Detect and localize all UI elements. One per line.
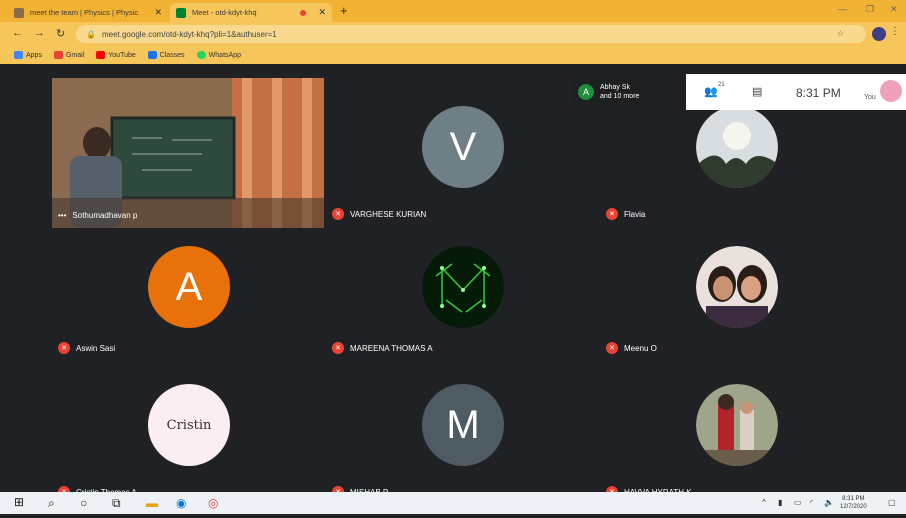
edge-icon[interactable]: ◉ (176, 496, 186, 510)
close-tab-icon[interactable]: ✕ (154, 7, 162, 18)
profile-avatar[interactable] (872, 27, 886, 41)
presenter-more: and 10 more (600, 93, 640, 100)
url-text: meet.google.com/otd-kdyt-khq?pli=1&authu… (101, 29, 277, 39)
youtube-icon (96, 51, 106, 59)
avatar: M (422, 384, 504, 466)
notification-icon[interactable]: ▢ (888, 498, 896, 507)
task-view-icon[interactable]: ⧉ (112, 496, 121, 511)
participant-tile[interactable]: ••• Sothumadhavan p (52, 78, 324, 228)
meet-grid: ••• Sothumadhavan p V ✕ VARGHESE KURIAN … (0, 64, 906, 518)
people-icon[interactable]: 👥 (704, 85, 718, 98)
bookmark-gmail[interactable]: Gmail (53, 51, 84, 59)
tab-title: Meet - otd-kdyt-khq (192, 8, 257, 17)
back-icon[interactable]: ← (12, 27, 23, 39)
participant-name: ✕ Aswin Sasi (58, 342, 115, 354)
whatsapp-icon (196, 51, 206, 59)
avatar (696, 246, 778, 328)
classes-icon (147, 51, 157, 59)
mic-off-icon: ✕ (332, 342, 344, 354)
meet-favicon-icon (176, 7, 186, 18)
bookmark-whatsapp[interactable]: WhatsApp (196, 51, 241, 59)
avatar (422, 246, 504, 328)
close-tab-icon[interactable]: ✕ (318, 7, 326, 18)
new-tab-button[interactable]: + (340, 3, 348, 18)
tab-title: meet the team | Physics | Physic (30, 8, 139, 17)
meet-top-bar: A Abhay Sk and 10 more 👥 21 ▤ 8:31 PM Yo… (572, 74, 906, 110)
participant-tile[interactable]: A ✕ Aswin Sasi (52, 232, 324, 382)
forward-icon[interactable]: → (34, 27, 45, 39)
cortana-icon[interactable]: ○ (80, 496, 87, 510)
tab-meet[interactable]: Meet - otd-kdyt-khq ✕ (170, 3, 332, 22)
presenter-avatar: A (578, 84, 594, 100)
mic-off-icon: ✕ (606, 208, 618, 220)
participant-tile[interactable]: V ✕ VARGHESE KURIAN (326, 78, 598, 228)
participant-name: ✕ Meenu O (606, 342, 657, 354)
meet-time: 8:31 PM (796, 86, 841, 100)
mic-off-icon: ✕ (58, 342, 70, 354)
bookmarks-bar: Apps Gmail YouTube Classes WhatsApp (0, 46, 906, 64)
self-label: You (864, 94, 876, 101)
bookmark-classes[interactable]: Classes (147, 51, 185, 59)
participant-tile[interactable]: ✕ MAREENA THOMAS A (326, 232, 598, 382)
gmail-icon (53, 51, 63, 59)
menu-icon[interactable]: ⋮ (890, 26, 900, 37)
participant-name: ✕ MAREENA THOMAS A (332, 342, 433, 354)
taskbar-clock[interactable]: 8:31 PM 12/7/2020 (840, 495, 867, 511)
display-icon: ▭ (794, 498, 802, 507)
browser-tab-strip: meet the team | Physics | Physic ✕ Meet … (0, 0, 906, 22)
minimize-icon[interactable]: — (838, 4, 847, 14)
recording-dot-icon (300, 9, 307, 16)
file-explorer-icon[interactable]: ▬ (146, 496, 158, 510)
lock-icon: 🔒 (86, 29, 96, 39)
participant-name: ••• Sothumadhavan p (58, 211, 138, 220)
presenter-name: Abhay Sk (600, 84, 630, 91)
windows-taskbar: ⊞ ⌕ ○ ⧉ ▬ ◉ ◎ ^ ▮ ▭ ◜ 🔈 8:31 PM 12/7/202… (0, 492, 906, 514)
windows-start-icon[interactable]: ⊞ (14, 495, 24, 509)
mic-off-icon: ✕ (332, 208, 344, 220)
more-options-icon[interactable]: ••• (58, 211, 66, 220)
volume-icon[interactable]: 🔈 (824, 498, 834, 507)
chrome-icon[interactable]: ◎ (208, 496, 218, 510)
self-avatar (880, 80, 902, 102)
avatar: Cristin (148, 384, 230, 466)
video-feed (52, 78, 324, 228)
reload-icon[interactable]: ↻ (56, 27, 65, 40)
meet-controls: 👥 21 ▤ 8:31 PM You (686, 74, 906, 110)
avatar (696, 384, 778, 466)
address-bar[interactable]: 🔒 meet.google.com/otd-kdyt-khq?pli=1&aut… (76, 25, 866, 43)
avatar (696, 106, 778, 188)
battery-icon: ▮ (778, 498, 783, 507)
tab-physics[interactable]: meet the team | Physics | Physic ✕ (8, 3, 168, 22)
participant-tile[interactable]: ✕ Meenu O (600, 232, 872, 382)
close-window-icon[interactable]: ✕ (890, 4, 898, 15)
chat-icon[interactable]: ▤ (752, 85, 762, 98)
presenter-chip[interactable]: A Abhay Sk and 10 more (572, 78, 684, 106)
avatar: V (422, 106, 504, 188)
tray-chevron-icon[interactable]: ^ (762, 498, 766, 507)
avatar: A (148, 246, 230, 328)
bookmark-youtube[interactable]: YouTube (96, 51, 136, 59)
participant-count: 21 (718, 82, 725, 88)
star-icon[interactable]: ☆ (837, 29, 844, 38)
browser-toolbar: ← → ↻ 🔒 meet.google.com/otd-kdyt-khq?pli… (0, 22, 906, 46)
participant-name: ✕ VARGHESE KURIAN (332, 208, 426, 220)
maximize-icon[interactable]: ❐ (866, 4, 874, 15)
bookmark-apps[interactable]: Apps (14, 51, 42, 59)
wifi-icon[interactable]: ◜ (810, 498, 813, 507)
search-icon[interactable]: ⌕ (48, 496, 55, 511)
site-favicon-icon (14, 7, 24, 18)
participant-name: ✕ Flavia (606, 208, 645, 220)
apps-icon (14, 51, 23, 59)
mic-off-icon: ✕ (606, 342, 618, 354)
